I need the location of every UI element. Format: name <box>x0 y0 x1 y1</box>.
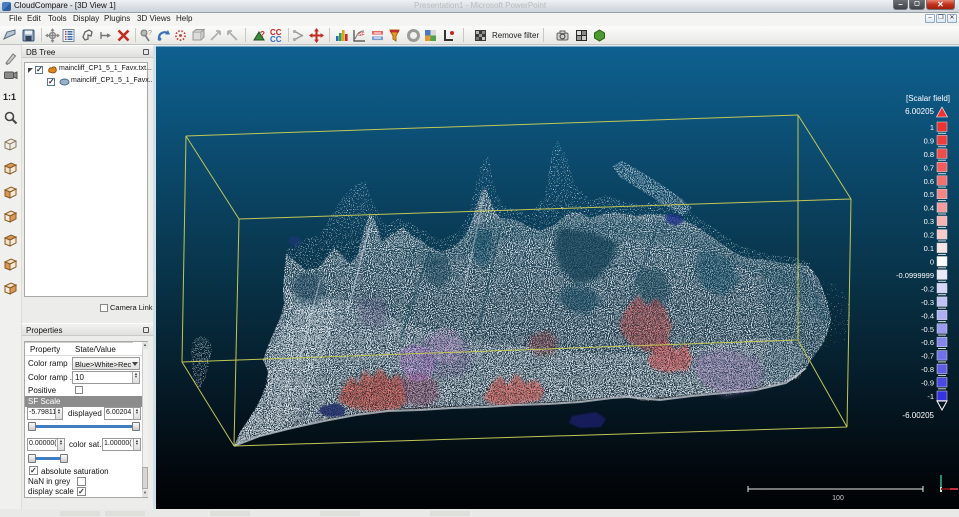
svg-text:0.3: 0.3 <box>924 217 934 226</box>
svg-text:0.2: 0.2 <box>924 231 934 240</box>
svg-text:-0.0999999: -0.0999999 <box>896 271 934 280</box>
svg-text:0.6: 0.6 <box>924 177 934 186</box>
svg-text:?: ? <box>260 30 265 39</box>
svg-text:-0.6: -0.6 <box>921 338 934 347</box>
svg-text:?: ? <box>148 30 152 37</box>
svg-text:-1: -1 <box>927 392 934 401</box>
svg-text:-0.9: -0.9 <box>921 379 934 388</box>
svg-text:1: 1 <box>930 123 934 132</box>
svg-text:0: 0 <box>930 258 934 267</box>
svg-text:0.4: 0.4 <box>924 204 934 213</box>
svg-text:-0.3: -0.3 <box>921 298 934 307</box>
svg-text:CC: CC <box>270 35 282 43</box>
svg-text:-0.5: -0.5 <box>921 325 934 334</box>
svg-text:-6.00205: -6.00205 <box>902 411 934 420</box>
svg-text:-0.4: -0.4 <box>921 311 934 320</box>
svg-text:0.9: 0.9 <box>924 136 934 145</box>
svg-text:0.1: 0.1 <box>924 244 934 253</box>
svg-text:0.8: 0.8 <box>924 150 934 159</box>
svg-text:-0.2: -0.2 <box>921 284 934 293</box>
svg-text:0.5: 0.5 <box>924 190 934 199</box>
svg-text:100: 100 <box>832 495 844 502</box>
svg-text:SF: SF <box>358 32 364 38</box>
svg-text:0.7: 0.7 <box>924 163 934 172</box>
svg-text:-0.8: -0.8 <box>921 365 934 374</box>
svg-text:-0.7: -0.7 <box>921 352 934 361</box>
svg-text:[Scalar field]: [Scalar field] <box>906 94 950 103</box>
svg-text:6.00205: 6.00205 <box>905 107 934 116</box>
